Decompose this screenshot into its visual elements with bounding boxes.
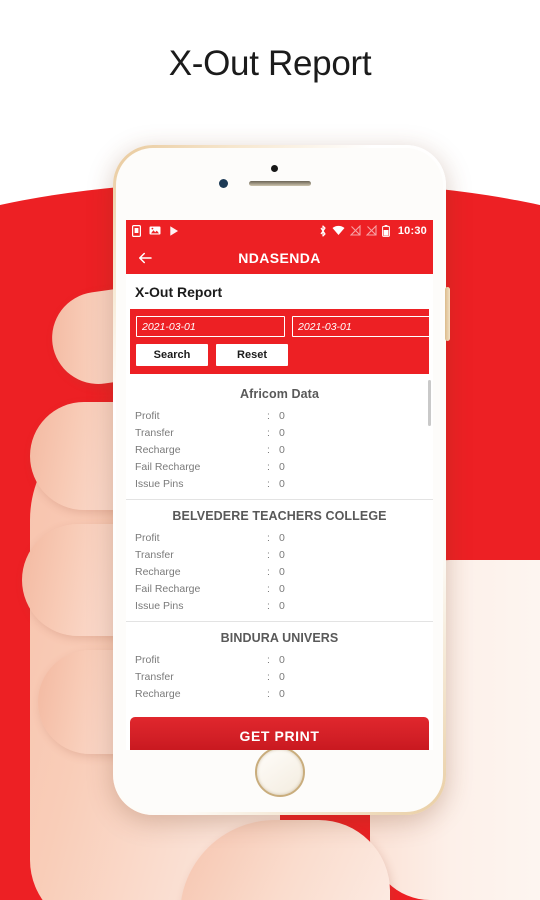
report-row-separator: : — [267, 653, 270, 666]
phone-screen: 10:30 NDASENDA X-Out Report Search Reset — [126, 220, 433, 750]
report-block-title: BELVEDERE TEACHERS COLLEGE — [172, 509, 387, 523]
report-row: Transfer : 0 — [135, 668, 424, 685]
page-title: X-Out Report — [168, 44, 372, 83]
report-row-label: Issue Pins — [135, 477, 184, 490]
report-row-separator: : — [267, 599, 270, 612]
report-row-label: Recharge — [135, 687, 181, 700]
status-bar-right-icons: 10:30 — [319, 224, 427, 237]
bluetooth-icon — [320, 224, 326, 237]
report-row-value: 0 — [279, 548, 285, 561]
scrollbar-thumb[interactable] — [428, 380, 431, 426]
report-row-value: 0 — [279, 653, 285, 666]
signal-off-icon — [365, 225, 377, 236]
phone-side-button — [445, 287, 450, 341]
report-row-separator: : — [267, 670, 270, 683]
play-store-icon — [169, 224, 180, 237]
report-row-separator: : — [267, 565, 270, 578]
report-row: Profit : 0 — [135, 407, 424, 424]
report-row-value: 0 — [279, 670, 285, 683]
reset-button[interactable]: Reset — [216, 344, 288, 366]
report-row-label: Issue Pins — [135, 599, 184, 612]
status-bar: 10:30 — [126, 220, 433, 241]
report-row-value: 0 — [279, 582, 285, 595]
signal-off-icon — [349, 225, 361, 236]
to-date-input[interactable] — [292, 316, 433, 337]
report-row-separator: : — [267, 582, 270, 595]
report-row-label: Transfer — [135, 426, 174, 439]
report-block: BINDURA UNIVERS Profit : 0 Transfer : 0 … — [126, 622, 433, 706]
app-bar-title: NDASENDA — [238, 249, 321, 266]
from-date-input[interactable] — [136, 316, 285, 337]
report-row-value: 0 — [279, 426, 285, 439]
report-row-value: 0 — [279, 460, 285, 473]
search-button[interactable]: Search — [136, 344, 208, 366]
report-row-label: Fail Recharge — [135, 460, 201, 473]
sim-card-icon — [132, 224, 141, 237]
report-row: Fail Recharge : 0 — [135, 580, 424, 597]
report-row-label: Transfer — [135, 548, 174, 561]
report-row-label: Recharge — [135, 443, 181, 456]
report-row-label: Profit — [135, 653, 160, 666]
report-row: Transfer : 0 — [135, 546, 424, 563]
report-row-separator: : — [267, 687, 270, 700]
battery-icon — [381, 224, 390, 237]
report-row: Recharge : 0 — [135, 685, 424, 702]
scrollbar-track[interactable] — [428, 378, 432, 711]
report-row: Fail Recharge : 0 — [135, 458, 424, 475]
report-row: Profit : 0 — [135, 529, 424, 546]
report-block: Africom Data Profit : 0 Transfer : 0 Rec… — [126, 378, 433, 496]
report-row-separator: : — [267, 409, 270, 422]
report-block: BELVEDERE TEACHERS COLLEGE Profit : 0 Tr… — [126, 500, 433, 618]
phone-mockup: 10:30 NDASENDA X-Out Report Search Reset — [113, 145, 450, 815]
report-row-separator: : — [267, 426, 270, 439]
report-block-title: BINDURA UNIVERS — [220, 631, 339, 645]
report-scroll-area[interactable]: Africom Data Profit : 0 Transfer : 0 Rec… — [126, 378, 433, 711]
report-row-label: Profit — [135, 409, 160, 422]
report-row-separator: : — [267, 443, 270, 456]
report-row: Transfer : 0 — [135, 424, 424, 441]
report-row: Recharge : 0 — [135, 563, 424, 580]
report-row-label: Fail Recharge — [135, 582, 201, 595]
screen-heading: X-Out Report — [126, 274, 433, 309]
get-print-button[interactable]: GET PRINT — [130, 717, 429, 750]
report-row-value: 0 — [279, 687, 285, 700]
report-row: Issue Pins : 0 — [135, 597, 424, 614]
home-button[interactable] — [254, 747, 305, 797]
wifi-icon — [332, 225, 345, 235]
status-bar-left-icons — [132, 224, 180, 237]
front-camera-icon — [219, 179, 228, 188]
report-row-label: Profit — [135, 531, 160, 544]
report-row-value: 0 — [279, 409, 285, 422]
report-row-value: 0 — [279, 599, 285, 612]
report-row-value: 0 — [279, 477, 285, 490]
status-bar-clock: 10:30 — [397, 224, 427, 237]
proximity-sensor-icon — [271, 165, 278, 172]
earpiece-speaker — [248, 181, 311, 186]
report-row: Issue Pins : 0 — [135, 475, 424, 492]
report-row-separator: : — [267, 477, 270, 490]
report-row-separator: : — [267, 531, 270, 544]
report-block-title: Africom Data — [240, 387, 319, 401]
app-bar: NDASENDA — [126, 241, 433, 274]
date-range-row — [136, 316, 433, 337]
report-row-value: 0 — [279, 565, 285, 578]
report-row-value: 0 — [279, 531, 285, 544]
report-row: Profit : 0 — [135, 651, 424, 668]
search-filter-panel: Search Reset — [130, 309, 433, 374]
report-row-separator: : — [267, 460, 270, 473]
gallery-icon — [149, 226, 161, 235]
report-row: Recharge : 0 — [135, 441, 424, 458]
report-row-separator: : — [267, 548, 270, 561]
back-arrow-icon[interactable] — [136, 249, 154, 267]
report-row-value: 0 — [279, 443, 285, 456]
report-row-label: Recharge — [135, 565, 181, 578]
report-row-label: Transfer — [135, 670, 174, 683]
filter-buttons-row: Search Reset — [136, 344, 423, 366]
